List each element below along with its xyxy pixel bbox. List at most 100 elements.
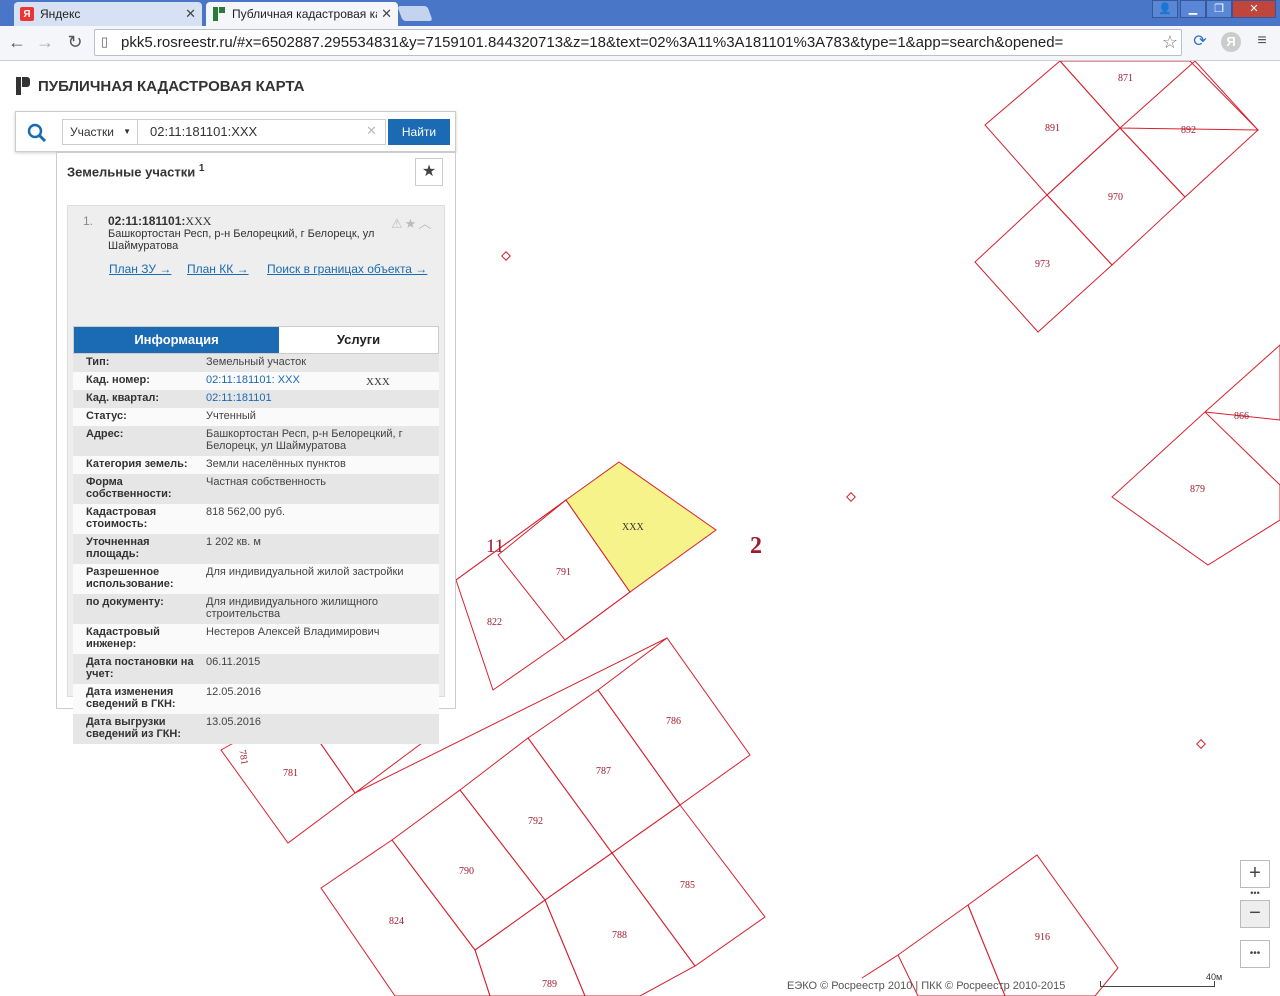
parcel-label: 786	[666, 716, 681, 727]
parcel-916[interactable]	[967, 854, 1119, 996]
result-panel: Земельные участки 1 ★ 1. 02:11:181101:XX…	[56, 152, 456, 744]
scale-label: 40м	[1206, 972, 1223, 982]
bookmark-star-icon[interactable]: ☆	[1159, 32, 1181, 53]
results-count: 1	[198, 163, 205, 174]
parcel-label: 781	[236, 749, 249, 766]
parcel-label: 916	[1035, 932, 1050, 943]
close-tab-icon[interactable]: ✕	[381, 6, 392, 22]
favorite-star-button[interactable]: ★	[415, 158, 443, 186]
parcel-label: 822	[487, 617, 502, 628]
search-icon[interactable]	[26, 122, 48, 144]
parcel-866[interactable]	[1203, 344, 1280, 421]
info-row: по документу: Для индивидуального жилищно…	[73, 594, 439, 624]
app-title: ПУБЛИЧНАЯ КАДАСТРОВАЯ КАРТА	[38, 77, 305, 95]
info-value: 12.05.2016	[206, 686, 262, 698]
chevron-up-icon[interactable]: ︿	[418, 216, 433, 231]
yandex-extension-icon[interactable]: Я	[1221, 32, 1241, 52]
info-value: 13.05.2016	[206, 716, 262, 728]
tab-services[interactable]: Услуги	[279, 327, 438, 353]
info-row: Категория земель: Земли населённых пункто…	[73, 456, 439, 474]
info-key: Кад. квартал:	[86, 392, 160, 404]
info-extra: XXX	[366, 376, 390, 388]
search-input[interactable]: 02:11:181101:XXX	[138, 119, 386, 145]
tab-label: Публичная кадастровая карта	[232, 7, 377, 21]
info-row: Кадастровый инженер: Нестеров Алексей Вла…	[73, 624, 439, 654]
star-icon[interactable]: ★	[405, 216, 419, 231]
info-row: Статус: Учтенный	[73, 408, 439, 426]
browser-tab-bar: Я Яндекс ✕ Публичная кадастровая карта ✕…	[0, 0, 1280, 26]
forward-icon[interactable]: →	[34, 31, 56, 53]
info-key: Статус:	[86, 410, 127, 422]
minimize-icon[interactable]: ▁	[1180, 0, 1206, 18]
tab-information[interactable]: Информация	[74, 327, 279, 353]
menu-icon[interactable]: ≡	[1252, 32, 1272, 52]
chevron-down-icon: ▼	[123, 127, 131, 136]
info-key: Дата изменения сведений в ГКН:	[86, 686, 176, 710]
result-address: Башкортостан Респ, р-н Белорецкий, г Бел…	[108, 228, 375, 252]
parcel-label: 787	[596, 766, 611, 777]
info-value: Земли населённых пунктов	[206, 458, 346, 470]
url-text[interactable]: pkk5.rosreestr.ru/#x=6502887.295534831&y…	[121, 34, 1159, 51]
search-type-dropdown[interactable]: Участки ▼	[62, 119, 138, 145]
tab-pkk[interactable]: Публичная кадастровая карта ✕	[206, 2, 398, 26]
clear-icon[interactable]: ✕	[366, 123, 377, 139]
result-cad-number[interactable]: 02:11:181101:XXX	[108, 214, 211, 229]
info-value: 06.11.2015	[206, 656, 261, 668]
info-value: Башкортостан Респ, р-н Белорецкий, г Бел…	[206, 428, 403, 452]
plan-kk-link[interactable]: План КК →	[187, 262, 249, 276]
info-key: Кад. номер:	[86, 374, 150, 386]
more-button[interactable]: •••	[1240, 940, 1270, 968]
info-key: Уточненная площадь:	[86, 536, 150, 560]
plan-zu-link[interactable]: План ЗУ →	[109, 262, 171, 276]
search-in-bounds-link[interactable]: Поиск в границах объекта →	[267, 262, 427, 276]
info-value: Для индивидуального жилищного строительс…	[206, 596, 379, 620]
info-value: 1 202 кв. м	[206, 536, 261, 548]
parcel-label: 788	[612, 930, 627, 941]
info-value: Нестеров Алексей Владимирович	[206, 626, 380, 638]
parcel-label: 891	[1045, 123, 1060, 134]
info-key: Дата выгрузки сведений из ГКН:	[86, 716, 182, 740]
info-value: Частная собственность	[206, 476, 327, 488]
info-value: Для индивидуальной жилой застройки	[206, 566, 404, 578]
big-label: 11	[486, 536, 504, 557]
info-row: Разрешенное использование: Для индивидуал…	[73, 564, 439, 594]
parcel-871[interactable]	[1059, 61, 1260, 131]
info-key: Кадастровый инженер:	[86, 626, 160, 650]
cad-number-suffix: XXX	[185, 214, 212, 228]
address-bar[interactable]: ▯ pkk5.rosreestr.ru/#x=6502887.295534831…	[94, 29, 1182, 56]
close-tab-icon[interactable]: ✕	[185, 6, 196, 22]
sync-extension-icon[interactable]: ⟳	[1190, 32, 1210, 52]
user-icon[interactable]: 👤	[1152, 0, 1178, 18]
cad-number-prefix: 02:11:181101:	[108, 214, 186, 228]
info-row: Форма собственности: Частная собственност…	[73, 474, 439, 504]
yandex-favicon-icon: Я	[20, 7, 34, 21]
parcel-824[interactable]	[320, 839, 491, 996]
parcel-789[interactable]	[474, 899, 586, 996]
pkk-logo-icon	[16, 77, 30, 95]
info-value[interactable]: 02:11:181101	[206, 392, 421, 404]
warning-icon[interactable]: ⚠	[391, 216, 405, 231]
reload-icon[interactable]: ↻	[64, 31, 86, 53]
search-panel: Участки ▼ 02:11:181101:XXX ✕ Найти	[15, 111, 456, 152]
tab-yandex[interactable]: Я Яндекс ✕	[14, 2, 202, 26]
parcel-788[interactable]	[544, 852, 696, 996]
parcel-label: 866	[1234, 411, 1249, 422]
app-brand: ПУБЛИЧНАЯ КАДАСТРОВАЯ КАРТА	[16, 77, 304, 95]
maximize-icon[interactable]: ❐	[1206, 0, 1232, 18]
result-card-header[interactable]: 1. 02:11:181101:XXX Башкортостан Респ, р…	[73, 210, 439, 270]
back-icon[interactable]: ←	[6, 31, 28, 53]
info-key: Дата постановки на учет:	[86, 656, 194, 680]
results-title: Земельные участки 1	[67, 163, 204, 179]
zoom-out-button[interactable]: −	[1240, 900, 1270, 928]
parcel-label: 973	[1035, 259, 1050, 270]
info-row: Кад. квартал: 02:11:181101	[73, 390, 439, 408]
search-button[interactable]: Найти	[388, 119, 450, 145]
new-tab-button[interactable]	[397, 6, 433, 21]
zoom-in-button[interactable]: +	[1240, 860, 1270, 888]
close-window-icon[interactable]: ✕	[1232, 0, 1276, 18]
card-actions: ⚠★︿	[391, 213, 433, 232]
info-row: Уточненная площадь: 1 202 кв. м	[73, 534, 439, 564]
info-row: Кадастровая стоимость: 818 562,00 руб.	[73, 504, 439, 534]
result-tabs: Информация Услуги	[73, 326, 439, 354]
result-index: 1.	[83, 214, 94, 228]
